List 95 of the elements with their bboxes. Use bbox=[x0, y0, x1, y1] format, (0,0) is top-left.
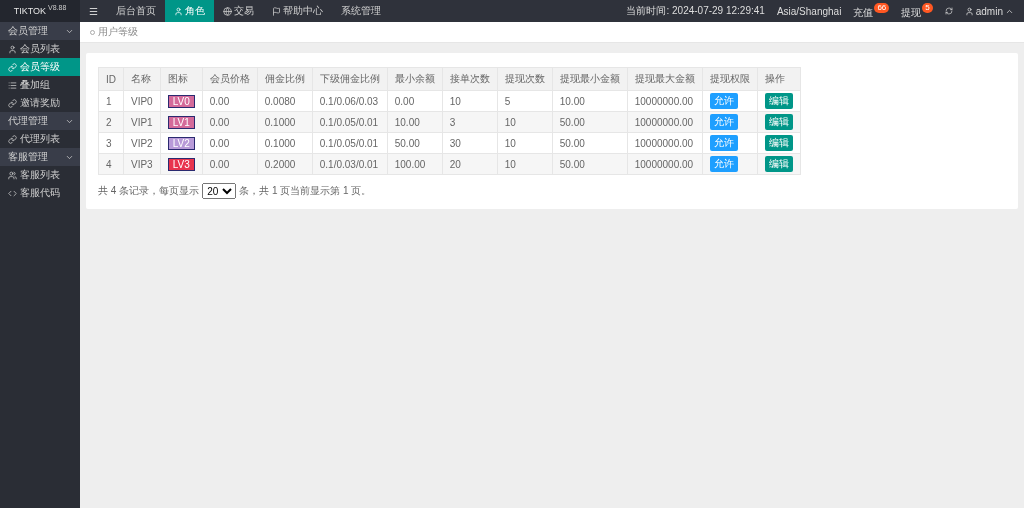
column-header: 下级佣金比例 bbox=[312, 67, 388, 91]
table-cell: 10 bbox=[497, 132, 553, 154]
pagination-text: 共 4 条记录，每页显示 bbox=[98, 184, 200, 198]
table-cell: 5 bbox=[497, 90, 553, 112]
code-icon bbox=[8, 188, 17, 198]
table-cell: 10000000.00 bbox=[627, 111, 703, 133]
table-cell: 10000000.00 bbox=[627, 153, 703, 175]
table-cell: 0.00 bbox=[202, 90, 258, 112]
table-cell: 10000000.00 bbox=[627, 132, 703, 154]
column-header: 操作 bbox=[757, 67, 801, 91]
sidebar-group[interactable]: 代理管理 bbox=[0, 112, 80, 130]
level-badge: LV0 bbox=[167, 94, 195, 108]
table-cell: 100.00 bbox=[387, 153, 443, 175]
table-cell: 10.00 bbox=[387, 111, 443, 133]
table-cell: 0.1/0.03/0.01 bbox=[312, 153, 388, 175]
table-cell: 0.00 bbox=[202, 153, 258, 175]
link-icon bbox=[8, 98, 17, 108]
table-cell: 0.1/0.06/0.03 bbox=[312, 90, 388, 112]
nav-tab[interactable]: 后台首页 bbox=[106, 0, 165, 22]
edit-button[interactable]: 编辑 bbox=[764, 156, 793, 172]
table-cell: 0.00 bbox=[387, 90, 443, 112]
column-header: 接单次数 bbox=[442, 67, 498, 91]
table-cell: 50.00 bbox=[552, 132, 628, 154]
table-cell: 0.1/0.05/0.01 bbox=[312, 111, 388, 133]
table-cell: 10 bbox=[442, 90, 498, 112]
header-link[interactable]: 提现 bbox=[901, 5, 922, 20]
list-icon bbox=[8, 80, 17, 90]
table-cell: VIP1 bbox=[123, 111, 161, 133]
column-header: 最小余额 bbox=[387, 67, 443, 91]
nav-tab[interactable]: 帮助中心 bbox=[262, 0, 332, 22]
table-cell: 2 bbox=[98, 111, 124, 133]
table-cell: 0.1/0.05/0.01 bbox=[312, 132, 388, 154]
flag-icon bbox=[271, 6, 281, 16]
header-link[interactable]: 充值 bbox=[853, 5, 874, 20]
table-cell: 50.00 bbox=[387, 132, 443, 154]
count-badge: 5 bbox=[922, 2, 933, 13]
edit-button[interactable]: 编辑 bbox=[764, 114, 793, 130]
table-cell: 0.00 bbox=[202, 132, 258, 154]
breadcrumb: 用户等级 bbox=[98, 25, 138, 39]
pagination-text: 条，共 1 页当前显示第 1 页。 bbox=[239, 184, 372, 198]
table-cell: 10 bbox=[497, 153, 553, 175]
current-time: 当前时间: 2024-07-29 12:29:41 bbox=[626, 4, 765, 18]
link-icon bbox=[8, 62, 17, 72]
table-cell: 10000000.00 bbox=[627, 90, 703, 112]
level-badge: LV1 bbox=[167, 115, 195, 129]
nav-tab[interactable]: 角色 bbox=[164, 0, 214, 22]
table-cell: 10.00 bbox=[552, 90, 628, 112]
nav-tab[interactable]: 交易 bbox=[213, 0, 263, 22]
nav-tab[interactable]: 系统管理 bbox=[331, 0, 390, 22]
user-icon bbox=[8, 44, 17, 54]
table-cell: 10 bbox=[497, 111, 553, 133]
table-cell: 20 bbox=[442, 153, 498, 175]
column-header: 佣金比例 bbox=[257, 67, 313, 91]
sidebar-item[interactable]: 会员等级 bbox=[0, 58, 80, 76]
menu-toggle[interactable]: ☰ bbox=[80, 0, 107, 22]
sidebar-group[interactable]: 客服管理 bbox=[0, 148, 80, 166]
table-cell: 50.00 bbox=[552, 153, 628, 175]
table-cell: 30 bbox=[442, 132, 498, 154]
user-menu[interactable]: admin bbox=[964, 5, 1014, 17]
count-badge: 66 bbox=[874, 2, 890, 13]
page-size-select[interactable]: 20 bbox=[202, 183, 237, 199]
edit-button[interactable]: 编辑 bbox=[764, 93, 793, 109]
column-header: 图标 bbox=[160, 67, 203, 91]
table-cell: 4 bbox=[98, 153, 124, 175]
refresh-icon[interactable] bbox=[944, 7, 953, 15]
column-header: 提现次数 bbox=[497, 67, 553, 91]
table-cell: 3 bbox=[442, 111, 498, 133]
link-icon bbox=[8, 134, 17, 144]
column-header: 名称 bbox=[123, 67, 161, 91]
column-header: 会员价格 bbox=[202, 67, 258, 91]
timezone: Asia/Shanghai bbox=[776, 5, 842, 17]
users-icon bbox=[8, 170, 17, 180]
table-cell: 0.0080 bbox=[257, 90, 313, 112]
table-cell: 50.00 bbox=[552, 111, 628, 133]
table-cell: VIP0 bbox=[123, 90, 161, 112]
globe-icon bbox=[222, 6, 232, 16]
brand-name: TIKTOK bbox=[13, 6, 46, 16]
table-cell: 0.2000 bbox=[257, 153, 313, 175]
table-cell: VIP3 bbox=[123, 153, 161, 175]
user-icon bbox=[964, 6, 974, 16]
edit-button[interactable]: 编辑 bbox=[764, 135, 793, 151]
column-header: 提现权限 bbox=[702, 67, 758, 91]
table-cell: 0.1000 bbox=[257, 132, 313, 154]
table-cell: 0.1000 bbox=[257, 111, 313, 133]
table-cell: 0.00 bbox=[202, 111, 258, 133]
column-header: 提现最小金额 bbox=[552, 67, 628, 91]
user-icon bbox=[173, 6, 183, 16]
level-badge: LV3 bbox=[167, 157, 195, 171]
column-header: ID bbox=[98, 67, 124, 91]
column-header: 提现最大金额 bbox=[627, 67, 703, 91]
level-badge: LV2 bbox=[167, 136, 195, 150]
sidebar-group[interactable]: 会员管理 bbox=[0, 22, 80, 40]
table-cell: 3 bbox=[98, 132, 124, 154]
table-cell: 1 bbox=[98, 90, 124, 112]
table-cell: VIP2 bbox=[123, 132, 161, 154]
